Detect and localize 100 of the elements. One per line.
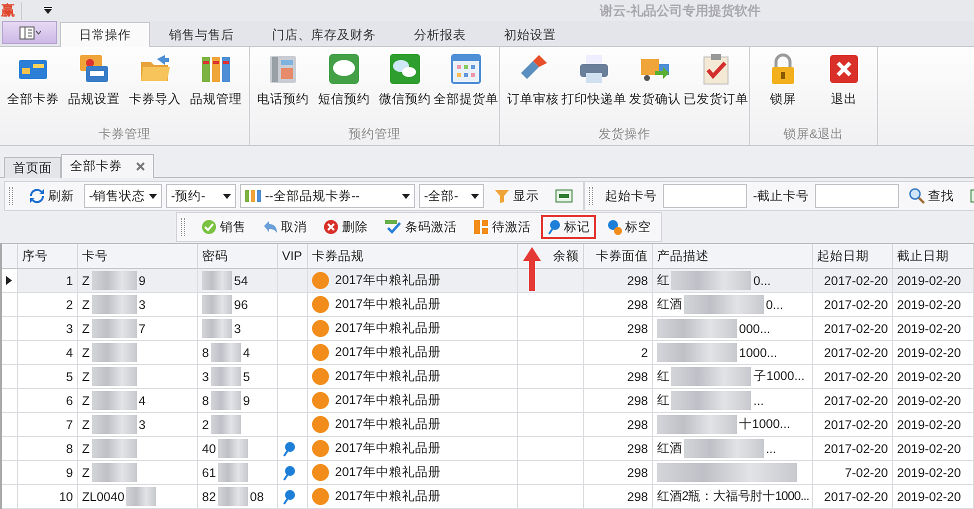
table-cell: 红酒	[657, 440, 682, 457]
ribbon-tab[interactable]: 销售与售后	[150, 22, 253, 47]
ribbon-button[interactable]: 微信预约	[375, 53, 435, 113]
spreadsheet-icon	[555, 188, 573, 204]
calendar-icon	[450, 53, 482, 85]
chat-bubble-icon	[328, 53, 360, 85]
toolbar-button[interactable]: 标空	[600, 215, 657, 239]
column-header[interactable]: 卡券面值	[584, 244, 653, 269]
ribbon-button[interactable]: 全部提货单	[436, 53, 496, 113]
redaction-mask	[218, 487, 248, 506]
table-cell: Z	[82, 418, 90, 432]
table-cell: Z	[82, 394, 90, 408]
close-icon	[828, 53, 860, 85]
table-cell: 298	[584, 461, 653, 485]
table-cell: 8	[202, 346, 209, 360]
caret-icon	[471, 194, 479, 198]
table-cell: 2017年中粮礼品册	[335, 488, 441, 505]
column-header[interactable]: 产品描述	[653, 244, 813, 269]
search-button[interactable]: 查找	[903, 184, 960, 208]
table-cell: 08	[250, 490, 264, 504]
annotation-arrow	[522, 247, 542, 291]
ribbon-button[interactable]: 短信预约	[314, 53, 374, 113]
ribbon-button[interactable]: 退出	[814, 53, 874, 113]
ribbon-button[interactable]: 发货确认	[625, 53, 685, 113]
ribbon-button[interactable]: 订单审核	[503, 53, 563, 113]
table-cell: 2	[584, 341, 653, 365]
table-cell: 5	[18, 365, 78, 389]
column-header[interactable]: VIP	[278, 244, 308, 269]
toolbar-button[interactable]: 标记	[541, 215, 596, 239]
toolbar-button[interactable]: 条码激活	[378, 215, 463, 239]
ribbon-button[interactable]: 全部卡券	[3, 53, 63, 113]
ribbon-button[interactable]: 品规管理	[186, 53, 246, 113]
table-cell: 298	[584, 485, 653, 509]
ribbon-button[interactable]: 品规设置	[64, 53, 124, 113]
field-label: -截止卡号	[752, 188, 810, 204]
table-cell: 7	[18, 413, 78, 437]
ribbon-tab[interactable]: 分析报表	[395, 22, 485, 47]
dropdown[interactable]: --全部品规卡券--	[240, 184, 415, 208]
show-button[interactable]: 显示	[488, 184, 545, 208]
redaction-mask	[218, 463, 248, 482]
table-cell: 6	[18, 389, 78, 413]
end-card-field[interactable]	[815, 184, 900, 208]
table-cell: 2017-02-20	[813, 389, 893, 413]
table-cell: 96	[234, 298, 248, 312]
level-badge-icon	[312, 392, 329, 409]
column-header[interactable]: 序号	[18, 244, 78, 269]
ribbon-button[interactable]: 电话预约	[253, 53, 313, 113]
table-cell: 0...	[753, 274, 771, 288]
close-icon	[136, 162, 145, 171]
column-header[interactable]: 余额	[518, 244, 584, 269]
table-cell: 2017-02-20	[813, 293, 893, 317]
table-cell: 2019-02-20	[893, 485, 974, 509]
redaction-mask	[126, 487, 156, 506]
table-cell: 10	[18, 485, 78, 509]
window-title: 谢云-礼品公司专用提货软件	[600, 2, 760, 20]
document-tab[interactable]: 全部卡券	[61, 154, 154, 178]
level-badge-icon	[312, 296, 329, 313]
ribbon-tab[interactable]: 门店、库存及财务	[253, 22, 395, 47]
toolbar-button[interactable]: 取消	[256, 215, 313, 239]
table-cell: Z	[82, 298, 90, 312]
app-menu-button[interactable]	[2, 21, 57, 44]
column-header[interactable]: 起始日期	[813, 244, 893, 269]
quick-access-dropdown-icon[interactable]	[44, 7, 52, 14]
table-cell: 红酒	[657, 296, 682, 313]
toolbar-button[interactable]: 删除	[317, 215, 374, 239]
field-label: 起始卡号	[604, 188, 658, 204]
ribbon-button[interactable]: 卡券导入	[125, 53, 185, 113]
ribbon-button[interactable]: 已发货订单	[686, 53, 746, 113]
toolbar-button[interactable]: 待激活	[467, 215, 537, 239]
table-cell: 红	[657, 368, 670, 385]
caret-icon	[223, 194, 231, 198]
table-cell: 2017-02-20	[813, 365, 893, 389]
table-cell: 40	[202, 442, 216, 456]
redaction-mask	[210, 415, 241, 434]
table-cell: 2017-02-20	[813, 413, 893, 437]
level-badge-icon	[312, 464, 329, 481]
column-header[interactable]: 密码	[198, 244, 278, 269]
ribbon-tab[interactable]: 日常操作	[60, 22, 150, 47]
column-header[interactable]: 卡券品规	[308, 244, 518, 269]
document-tab[interactable]: 首页面	[4, 157, 61, 178]
table-cell: 2017年中粮礼品册	[335, 464, 441, 481]
column-header[interactable]: 卡号	[78, 244, 198, 269]
binders-icon	[245, 189, 261, 203]
column-header[interactable]: 截止日期	[893, 244, 974, 269]
table-cell: 2	[18, 293, 78, 317]
table-cell: 8	[18, 437, 78, 461]
start-card-field[interactable]	[663, 184, 747, 208]
level-badge-icon	[312, 440, 329, 457]
redaction-mask	[210, 367, 241, 386]
refresh-button[interactable]: 刷新	[23, 184, 80, 208]
dropdown[interactable]: -预约-	[166, 184, 236, 208]
ribbon-tab[interactable]: 初始设置	[485, 22, 575, 47]
ribbon-button[interactable]: 锁屏	[753, 53, 813, 113]
redaction-mask	[202, 295, 232, 314]
level-badge-icon	[312, 488, 329, 505]
ribbon-button[interactable]: 打印快递单	[564, 53, 624, 113]
table-cell: 54	[234, 274, 248, 288]
dropdown[interactable]: -销售状态	[84, 184, 162, 208]
dropdown[interactable]: -全部-	[419, 184, 484, 208]
toolbar-button[interactable]: 销售	[195, 215, 252, 239]
